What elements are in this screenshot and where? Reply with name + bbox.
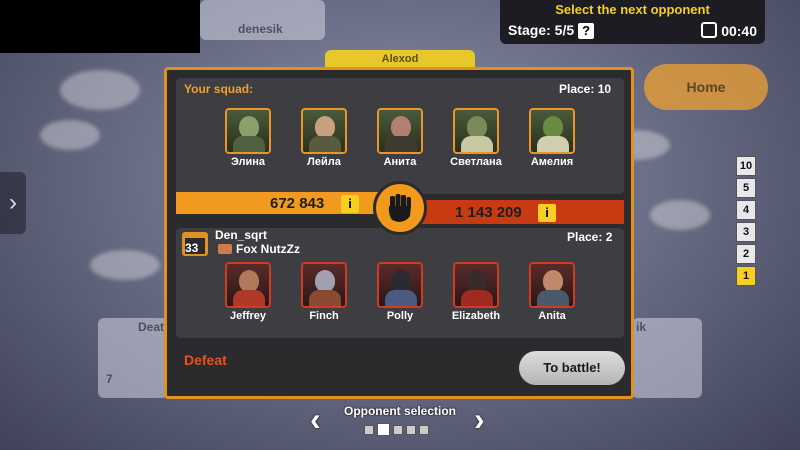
hero-name: Finch <box>309 310 339 322</box>
black-overlay <box>0 0 200 53</box>
your-hero[interactable]: Светлана <box>450 108 502 168</box>
opponent-hero[interactable]: Jeffrey <box>222 262 274 322</box>
help-icon[interactable]: ? <box>578 23 595 39</box>
hero-portrait <box>377 108 423 154</box>
chevron-right-icon: › <box>9 189 17 216</box>
clock-icon <box>701 22 718 38</box>
your-hero[interactable]: Лейла <box>298 108 350 168</box>
background-left-card-name: Deat <box>138 320 165 334</box>
background-tab: Alexod <box>325 50 475 68</box>
opponent-level-badge: 33 <box>180 228 212 258</box>
hero-portrait <box>529 262 575 308</box>
hero-name: Jeffrey <box>229 310 267 322</box>
page-dot[interactable] <box>393 424 403 435</box>
hero-name: Амелия <box>530 156 574 168</box>
hero-portrait <box>453 108 499 154</box>
your-place: Place: 10 <box>559 82 612 96</box>
stage-label: Stage: 5/5 <box>508 22 575 38</box>
timer: 00:40 <box>701 22 757 39</box>
your-power-value: 672 843 <box>270 195 325 212</box>
pagination-dots <box>364 421 432 439</box>
your-hero[interactable]: Амелия <box>526 108 578 168</box>
hero-portrait <box>301 262 347 308</box>
place-ladder: 10 5 4 3 2 1 <box>736 156 766 288</box>
home-button[interactable]: Home <box>644 64 768 110</box>
chevron-right-icon[interactable]: › <box>474 403 485 435</box>
select-opponent-title: Select the next opponent <box>555 2 710 17</box>
opponent-hero[interactable]: Polly <box>374 262 426 322</box>
hero-name: Polly <box>386 310 414 322</box>
hero-portrait <box>301 108 347 154</box>
hero-portrait <box>453 262 499 308</box>
ladder-step-current[interactable]: 1 <box>736 266 756 286</box>
ladder-step[interactable]: 3 <box>736 222 756 242</box>
page-dot[interactable] <box>419 424 429 435</box>
opponent-selection-label: Opponent selection <box>343 404 456 418</box>
background-left-card-number: 7 <box>106 372 113 386</box>
opponent-hero[interactable]: Anita <box>526 262 578 322</box>
hero-name: Светлана <box>450 156 502 168</box>
stage-info-panel: Select the next opponent Stage: 5/5? 00:… <box>500 0 765 44</box>
page-dot[interactable] <box>364 424 374 435</box>
background-player-name: denesik <box>238 22 283 36</box>
opponent-name: Den_sqrt <box>215 228 268 242</box>
hero-portrait <box>529 108 575 154</box>
hero-name: Элина <box>230 156 266 168</box>
hero-name: Лейла <box>307 156 341 168</box>
ladder-step[interactable]: 2 <box>736 244 756 264</box>
page-dot-active[interactable] <box>377 423 390 437</box>
opponent-clan: Fox NutzZz <box>218 242 300 256</box>
opponent-hero[interactable]: Elizabeth <box>450 262 502 322</box>
opponent-power-value: 1 143 209 <box>455 204 522 221</box>
page-dot[interactable] <box>406 424 416 435</box>
opponent-level: 33 <box>185 241 199 255</box>
your-hero[interactable]: Элина <box>222 108 274 168</box>
clan-name-text: Fox NutzZz <box>236 242 300 256</box>
your-squad-label: Your squad: <box>184 82 254 96</box>
to-battle-button[interactable]: To battle! <box>519 351 625 385</box>
ladder-step[interactable]: 5 <box>736 178 756 198</box>
hero-name: Анита <box>383 156 417 168</box>
your-power-info-button[interactable]: i <box>341 195 359 213</box>
clan-flag-icon <box>218 244 232 254</box>
stage-indicator: Stage: 5/5? <box>508 22 595 39</box>
your-hero[interactable]: Анита <box>374 108 426 168</box>
hero-portrait <box>225 262 271 308</box>
background-right-card-name: ik <box>636 320 647 334</box>
opponent-place: Place: 2 <box>567 230 613 244</box>
ladder-step[interactable]: 10 <box>736 156 756 176</box>
hero-name: Anita <box>538 310 566 322</box>
fist-icon <box>373 181 427 235</box>
hero-name: Elizabeth <box>451 310 501 322</box>
hero-portrait <box>225 108 271 154</box>
result-status: Defeat <box>184 352 227 368</box>
timer-value: 00:40 <box>721 23 757 39</box>
hero-portrait <box>377 262 423 308</box>
opponent-power-info-button[interactable]: i <box>538 204 556 222</box>
opponent-hero[interactable]: Finch <box>298 262 350 322</box>
ladder-step[interactable]: 4 <box>736 200 756 220</box>
side-expand-tab[interactable]: › <box>0 172 26 234</box>
